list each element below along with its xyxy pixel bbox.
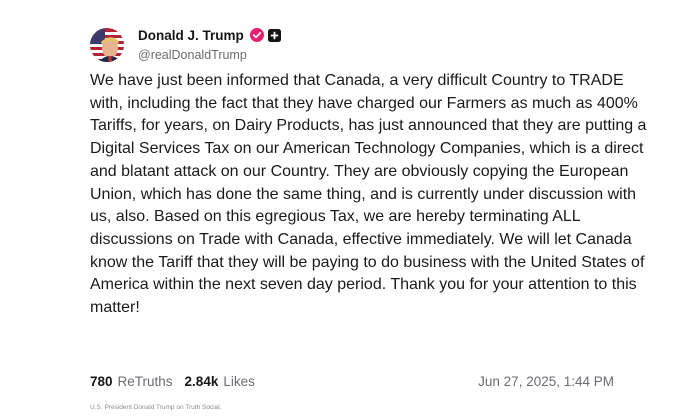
name-row: Donald J. Trump [138, 25, 281, 45]
avatar[interactable] [90, 28, 124, 62]
likes-label[interactable]: Likes [223, 374, 255, 389]
verified-badge-icon [249, 28, 264, 42]
post-text: We have just been informed that Canada, … [90, 72, 647, 317]
avatar-image [90, 28, 124, 62]
likes-count[interactable]: 2.84k [185, 374, 219, 389]
post-timestamp[interactable]: Jun 27, 2025, 1:44 PM [478, 374, 614, 389]
retruths-count[interactable]: 780 [90, 374, 113, 389]
author-block: Donald J. Trump @realDonaldTrump [138, 25, 281, 62]
post-card: Donald J. Trump @realDonaldTrump We have… [0, 0, 700, 420]
account-type-badge-icon [267, 28, 281, 42]
author-name[interactable]: Donald J. Trump [138, 28, 244, 43]
engagement-metrics: 780 ReTruths 2.84k Likes [90, 374, 255, 389]
image-caption: U.S. President Donald Trump on Truth Soc… [90, 404, 222, 411]
retruths-label[interactable]: ReTruths [118, 374, 173, 389]
author-handle[interactable]: @realDonaldTrump [138, 48, 281, 62]
